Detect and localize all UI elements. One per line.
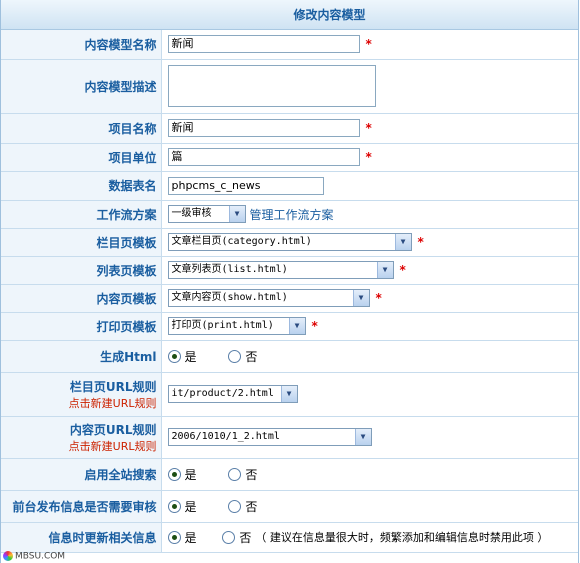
row-gen-html: 生成Html 是 否 xyxy=(1,340,578,373)
workflow-label: 工作流方案 xyxy=(1,200,162,229)
item-unit-input[interactable]: 篇 xyxy=(167,148,360,166)
manage-workflow-link[interactable]: 管理工作流方案 xyxy=(250,208,334,222)
row-model-name: 内容模型名称 新闻 * xyxy=(1,30,578,60)
row-content-url: 内容页URL规则 点击新建URL规则 2006/1010/1_2.html ▼ xyxy=(1,416,578,459)
chevron-down-icon: ▼ xyxy=(376,262,393,278)
update-related-note: （ 建议在信息量很大时，频繁添加和编辑信息时禁用此项 ） xyxy=(255,531,549,544)
table-name-label: 数据表名 xyxy=(1,171,162,201)
model-name-label: 内容模型名称 xyxy=(1,30,162,60)
gen-html-label: 生成Html xyxy=(1,340,162,373)
row-site-search: 启用全站搜索 是 否 xyxy=(1,458,578,491)
chevron-down-icon: ▼ xyxy=(288,318,305,334)
model-desc-textarea[interactable] xyxy=(167,65,376,107)
gen-html-no-radio[interactable] xyxy=(228,349,242,363)
row-model-desc: 内容模型描述 xyxy=(1,59,578,114)
update-related-no-radio[interactable] xyxy=(222,530,236,544)
chevron-down-icon: ▼ xyxy=(280,386,297,402)
watermark: MBSU.COM xyxy=(3,550,65,561)
table-name-input[interactable]: phpcms_c_news xyxy=(167,176,324,195)
update-related-label: 信息时更新相关信息 xyxy=(1,522,162,553)
chevron-down-icon: ▼ xyxy=(228,206,245,222)
model-desc-label: 内容模型描述 xyxy=(1,59,162,114)
list-tpl-label: 列表页模板 xyxy=(1,256,162,285)
show-tpl-select[interactable]: 文章内容页(show.html) ▼ xyxy=(167,289,370,307)
content-url-label: 内容页URL规则 点击新建URL规则 xyxy=(1,416,162,459)
cat-url-label: 栏目页URL规则 点击新建URL规则 xyxy=(1,372,162,417)
show-tpl-label: 内容页模板 xyxy=(1,284,162,313)
front-review-label: 前台发布信息是否需要审核 xyxy=(1,490,162,523)
required-mark: * xyxy=(365,150,372,164)
site-search-label: 启用全站搜索 xyxy=(1,458,162,491)
workflow-select[interactable]: 一级审核 ▼ xyxy=(167,205,246,223)
row-item-name: 项目名称 新闻 * xyxy=(1,113,578,144)
row-item-unit: 项目单位 篇 * xyxy=(1,143,578,172)
row-front-review: 前台发布信息是否需要审核 是 否 xyxy=(1,490,578,523)
list-tpl-select[interactable]: 文章列表页(list.html) ▼ xyxy=(167,261,394,279)
chevron-down-icon: ▼ xyxy=(352,290,369,306)
panel-header: 修改内容模型 xyxy=(1,0,578,30)
row-update-related: 信息时更新相关信息 是 否（ 建议在信息量很大时，频繁添加和编辑信息时禁用此项 … xyxy=(1,522,578,553)
form-panel: 修改内容模型 内容模型名称 新闻 * 内容模型描述 项目名称 新闻 * 项目单位 篇… xyxy=(0,0,579,563)
chevron-down-icon: ▼ xyxy=(394,234,411,250)
new-url-rule-link[interactable]: 点击新建URL规则 xyxy=(1,395,157,411)
row-list-tpl: 列表页模板 文章列表页(list.html) ▼ * xyxy=(1,256,578,285)
model-form-table: 内容模型名称 新闻 * 内容模型描述 项目名称 新闻 * 项目单位 篇 * 数据表名 … xyxy=(1,30,578,553)
model-name-input[interactable]: 新闻 xyxy=(167,35,360,54)
site-search-yes-radio[interactable] xyxy=(167,467,181,481)
required-mark: * xyxy=(365,37,372,52)
category-tpl-select[interactable]: 文章栏目页(category.html) ▼ xyxy=(167,233,412,251)
front-review-yes-radio[interactable] xyxy=(167,499,181,513)
gen-html-yes-radio[interactable] xyxy=(167,349,181,363)
category-tpl-label: 栏目页模板 xyxy=(1,228,162,257)
required-mark: * xyxy=(417,235,424,249)
row-print-tpl: 打印页模板 打印页(print.html) ▼ * xyxy=(1,312,578,341)
row-table-name: 数据表名 phpcms_c_news xyxy=(1,171,578,201)
row-workflow: 工作流方案 一级审核 ▼ 管理工作流方案 xyxy=(1,200,578,229)
new-url-rule-link[interactable]: 点击新建URL规则 xyxy=(1,438,157,454)
required-mark: * xyxy=(365,121,372,135)
item-unit-label: 项目单位 xyxy=(1,143,162,172)
required-mark: * xyxy=(311,319,318,333)
watermark-logo-icon xyxy=(3,550,13,561)
content-url-select[interactable]: 2006/1010/1_2.html ▼ xyxy=(167,428,372,446)
print-tpl-select[interactable]: 打印页(print.html) ▼ xyxy=(167,317,306,335)
update-related-yes-radio[interactable] xyxy=(167,530,181,544)
print-tpl-label: 打印页模板 xyxy=(1,312,162,341)
row-category-tpl: 栏目页模板 文章栏目页(category.html) ▼ * xyxy=(1,228,578,257)
row-show-tpl: 内容页模板 文章内容页(show.html) ▼ * xyxy=(1,284,578,313)
required-mark: * xyxy=(399,263,406,277)
chevron-down-icon: ▼ xyxy=(354,429,371,445)
panel-title: 修改内容模型 xyxy=(293,8,366,22)
site-search-no-radio[interactable] xyxy=(228,467,242,481)
item-name-input[interactable]: 新闻 xyxy=(167,119,360,137)
row-cat-url: 栏目页URL规则 点击新建URL规则 it/product/2.html ▼ xyxy=(1,372,578,417)
cat-url-select[interactable]: it/product/2.html ▼ xyxy=(167,385,298,403)
item-name-label: 项目名称 xyxy=(1,113,162,144)
required-mark: * xyxy=(375,291,382,305)
front-review-no-radio[interactable] xyxy=(228,499,242,513)
